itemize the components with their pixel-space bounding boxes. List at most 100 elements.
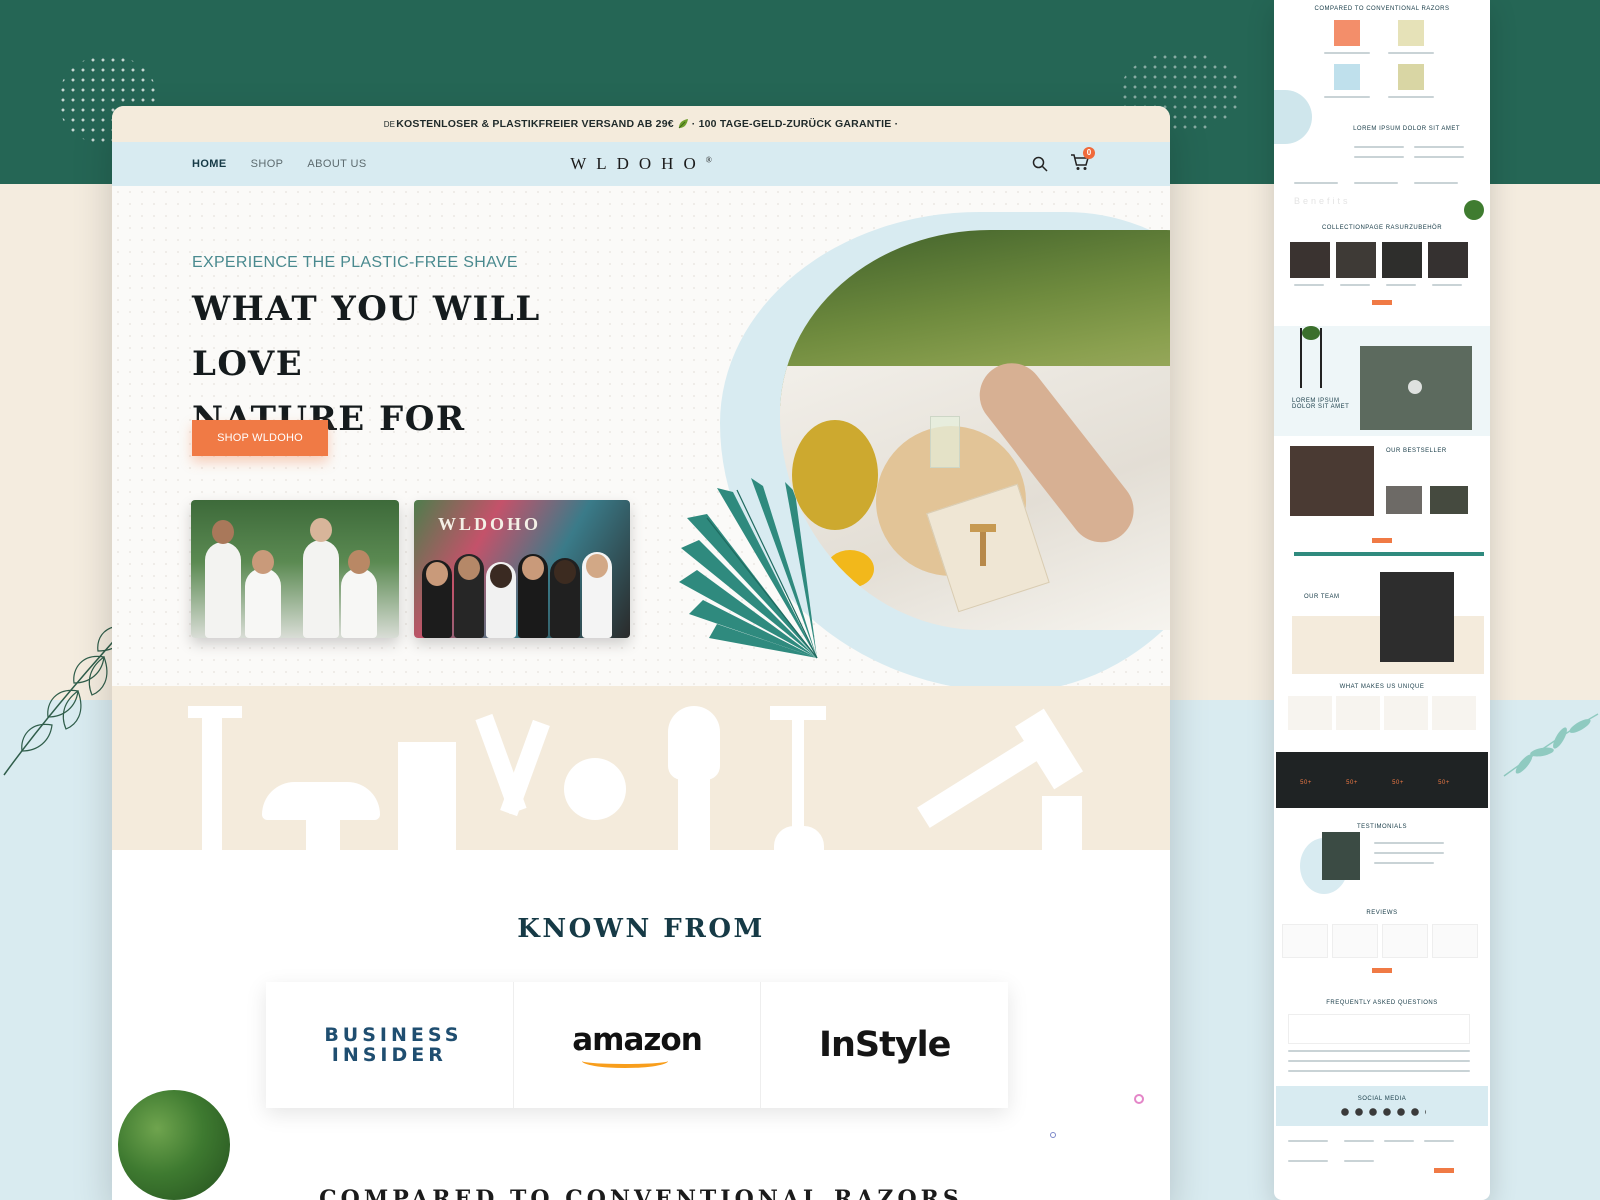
preview-text-line: [1294, 284, 1324, 286]
preview-review-card: [1432, 924, 1478, 958]
razor-handle-silhouette: [202, 716, 222, 850]
brush-head-silhouette: [668, 706, 720, 780]
promo-guarantee: · 100 TAGE-GELD-ZURÜCK GARANTIE ·: [691, 118, 899, 130]
team-member: [341, 568, 377, 638]
bowl-silhouette: [262, 782, 380, 820]
preview-text-line: [1388, 52, 1434, 54]
preview-product-image: [1386, 486, 1422, 514]
preview-counter: 50+: [1392, 780, 1404, 786]
preview-review-card: [1282, 924, 1328, 958]
preview-text-line: [1374, 862, 1434, 864]
shop-wldoho-button[interactable]: SHOP WLDOHO: [192, 420, 328, 456]
preview-text-line: [1340, 284, 1370, 286]
leaf-branch-right-decoration: [1503, 713, 1599, 777]
preview-benefits-watermark: Benefits: [1294, 196, 1351, 206]
preview-faq-row: [1288, 1050, 1470, 1052]
preview-compare-icon: [1398, 20, 1424, 46]
ring-decoration: [1050, 1132, 1056, 1138]
amazon-logo: amazon: [572, 1022, 703, 1068]
nav-icons: 0: [1032, 146, 1095, 176]
wldoho-wall-sign: WLDOHO: [438, 514, 542, 534]
nav-home[interactable]: HOME: [192, 158, 227, 170]
preview-testimonials-title: TESTIMONIALS: [1356, 824, 1407, 830]
preview-footer-line: [1424, 1140, 1454, 1142]
team-member-head: [426, 562, 448, 586]
preview-counter: 50+: [1438, 780, 1450, 786]
preview-product-image: [1430, 486, 1468, 514]
preview-review-card: [1382, 924, 1428, 958]
team-member-head: [458, 556, 480, 580]
hero-picnic-photo: [780, 230, 1170, 630]
preview-counter: 50+: [1346, 780, 1358, 786]
preview-product-image: [1382, 242, 1422, 278]
photo-glass: [930, 416, 960, 468]
preview-bestseller-image: [1290, 446, 1374, 516]
website-mockup-window: DE KOSTENLOSER & PLASTIKFREIER VERSAND A…: [112, 106, 1170, 1200]
compared-section-title: COMPARED TO CONVENTIONAL RAZORS: [319, 1186, 963, 1200]
bowl-stand-silhouette: [306, 816, 340, 850]
preview-text-line: [1294, 182, 1338, 184]
preview-text-line: [1414, 182, 1458, 184]
preview-feature-card: [1336, 696, 1380, 730]
photo-lemon: [826, 550, 874, 588]
preview-button: [1372, 538, 1392, 543]
photo-razor: [970, 524, 996, 566]
team-member-head: [522, 556, 544, 580]
preview-compare-icon: [1398, 64, 1424, 90]
team-member-head: [348, 550, 370, 574]
preview-lorem-title: LOREM IPSUM DOLOR SIT AMET: [1353, 126, 1460, 132]
preview-footer-line: [1344, 1140, 1374, 1142]
team-member: [245, 568, 281, 638]
team-member-head: [310, 518, 332, 542]
preview-text-line: [1324, 96, 1370, 98]
soap-silhouette: [564, 758, 626, 820]
known-from-title: KNOWN FROM: [517, 914, 765, 944]
promo-bar: DE KOSTENLOSER & PLASTIKFREIER VERSAND A…: [112, 106, 1170, 142]
preview-lorem-title-2: LOREM IPSUM DOLOR SIT AMET: [1292, 398, 1350, 410]
preview-text-line: [1414, 146, 1464, 148]
preview-newsletter-button: [1434, 1168, 1454, 1173]
press-logo-business-insider[interactable]: BUSINESS INSIDER: [266, 982, 514, 1108]
shaving-tools-silhouette-band: [112, 686, 1170, 850]
preview-text-line: [1432, 284, 1462, 286]
search-icon[interactable]: [1032, 156, 1048, 172]
preview-text-line: [1324, 52, 1370, 54]
preview-faq-row: [1288, 1070, 1470, 1072]
hero-eyebrow: EXPERIENCE THE PLASTIC-FREE SHAVE: [192, 254, 518, 271]
preview-faq-item: [1288, 1014, 1470, 1044]
preview-feature-card: [1288, 696, 1332, 730]
preview-footer-line: [1288, 1160, 1328, 1162]
hero-section: EXPERIENCE THE PLASTIC-FREE SHAVE WHAT Y…: [112, 186, 1170, 694]
team-member-head: [554, 560, 576, 584]
potted-shrub-decoration: [118, 1090, 230, 1200]
cup-silhouette: [1042, 796, 1082, 850]
preview-text-line: [1354, 182, 1398, 184]
nav-links: HOME SHOP ABOUT US: [192, 158, 367, 170]
preview-text-line: [1374, 852, 1444, 854]
nav-about-us[interactable]: ABOUT US: [307, 158, 366, 170]
promo-text: KOSTENLOSER & PLASTIKFREIER VERSAND AB 2…: [396, 118, 674, 130]
brush-handle-silhouette: [678, 778, 710, 850]
cart-count-badge: 0: [1083, 146, 1095, 159]
nav-shop[interactable]: SHOP: [251, 158, 284, 170]
photo-gold-tray: [792, 420, 878, 530]
preview-team-photo: [1380, 572, 1454, 662]
press-logo-instyle[interactable]: InStyle: [761, 982, 1008, 1108]
brand-logo[interactable]: WLDOHO®: [570, 154, 712, 174]
press-logo-amazon[interactable]: amazon: [514, 982, 762, 1108]
main-navigation: HOME SHOP ABOUT US WLDOHO® 0: [112, 142, 1170, 186]
preview-social-title: SOCIAL MEDIA: [1357, 1096, 1407, 1102]
preview-reviews-title: REVIEWS: [1366, 910, 1398, 916]
preview-faq-row: [1288, 1060, 1470, 1062]
preview-product-image: [1336, 242, 1376, 278]
press-logos-card: BUSINESS INSIDER amazon InStyle: [266, 982, 1008, 1108]
preview-text-line: [1414, 156, 1464, 158]
stand-pole-silhouette: [792, 716, 804, 836]
language-code[interactable]: DE: [384, 120, 396, 129]
preview-text-line: [1374, 842, 1444, 844]
registered-mark: ®: [705, 155, 712, 165]
instyle-logo: InStyle: [818, 1025, 951, 1065]
cart-button[interactable]: 0: [1070, 146, 1095, 176]
preview-product-image: [1428, 242, 1468, 278]
preview-monstera-decoration: [1274, 90, 1312, 144]
